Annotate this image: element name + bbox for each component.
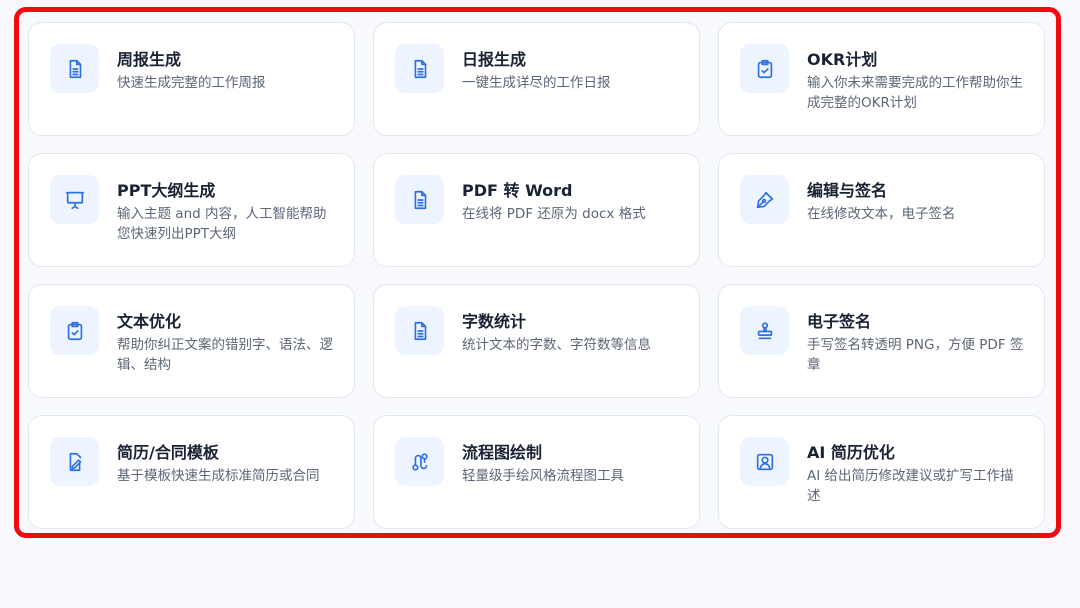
tool-card-ppt-outline[interactable]: PPT大纲生成 输入主题 and 内容，人工智能帮助您快速列出PPT大纲 xyxy=(28,153,355,267)
card-title: 日报生成 xyxy=(462,50,527,69)
document-icon xyxy=(395,175,444,224)
card-title: 字数统计 xyxy=(462,312,527,331)
presentation-icon xyxy=(50,175,99,224)
stamp-icon xyxy=(740,306,789,355)
card-description: 输入你未来需要完成的工作帮助你生成完整的OKR计划 xyxy=(807,75,1023,111)
card-title: AI 简历优化 xyxy=(807,443,895,462)
clipboard-check-icon xyxy=(740,44,789,93)
tool-card-pdf-to-word[interactable]: PDF 转 Word 在线将 PDF 还原为 docx 格式 xyxy=(373,153,700,267)
card-title: 周报生成 xyxy=(117,50,182,69)
tool-card-daily-report[interactable]: 日报生成 一键生成详尽的工作日报 xyxy=(373,22,700,136)
card-description: 轻量级手绘风格流程图工具 xyxy=(462,468,624,484)
user-portrait-icon xyxy=(740,437,789,486)
card-description: 在线修改文本，电子签名 xyxy=(807,206,956,222)
card-title: PPT大纲生成 xyxy=(117,181,216,200)
card-description: 基于模板快速生成标准简历或合同 xyxy=(117,468,320,484)
card-description: 帮助你纠正文案的错别字、语法、逻辑、结构 xyxy=(117,337,333,373)
card-title: PDF 转 Word xyxy=(462,181,573,200)
card-description: AI 给出简历修改建议或扩写工作描述 xyxy=(807,468,1014,504)
card-description: 输入主题 and 内容，人工智能帮助您快速列出PPT大纲 xyxy=(117,206,327,242)
card-title: 简历/合同模板 xyxy=(117,443,219,462)
card-title: 编辑与签名 xyxy=(807,181,888,200)
card-title: OKR计划 xyxy=(807,50,878,69)
card-description: 手写签名转透明 PNG，方便 PDF 签章 xyxy=(807,337,1024,373)
file-signature-icon xyxy=(50,437,99,486)
tool-card-weekly-report[interactable]: 周报生成 快速生成完整的工作周报 xyxy=(28,22,355,136)
clipboard-check-icon xyxy=(50,306,99,355)
tool-card-word-count[interactable]: 字数统计 统计文本的字数、字符数等信息 xyxy=(373,284,700,398)
pen-nib-icon xyxy=(740,175,789,224)
flow-path-icon xyxy=(395,437,444,486)
tool-card-edit-and-sign[interactable]: 编辑与签名 在线修改文本，电子签名 xyxy=(718,153,1045,267)
tool-card-resume-contract-template[interactable]: 简历/合同模板 基于模板快速生成标准简历或合同 xyxy=(28,415,355,529)
card-description: 快速生成完整的工作周报 xyxy=(117,75,266,91)
tool-card-e-signature[interactable]: 电子签名 手写签名转透明 PNG，方便 PDF 签章 xyxy=(718,284,1045,398)
document-icon xyxy=(50,44,99,93)
card-title: 流程图绘制 xyxy=(462,443,543,462)
card-title: 文本优化 xyxy=(117,312,182,331)
tool-card-ai-resume-optimize[interactable]: AI 简历优化 AI 给出简历修改建议或扩写工作描述 xyxy=(718,415,1045,529)
tool-grid: 周报生成 快速生成完整的工作周报 日报生成 一键生成详尽的工作日报 OKR计划 … xyxy=(28,22,1045,529)
tool-card-flowchart[interactable]: 流程图绘制 轻量级手绘风格流程图工具 xyxy=(373,415,700,529)
card-description: 在线将 PDF 还原为 docx 格式 xyxy=(462,206,646,222)
card-description: 一键生成详尽的工作日报 xyxy=(462,75,611,91)
document-icon xyxy=(395,44,444,93)
card-description: 统计文本的字数、字符数等信息 xyxy=(462,337,651,353)
card-title: 电子签名 xyxy=(807,312,872,331)
document-icon xyxy=(395,306,444,355)
tool-card-okr-plan[interactable]: OKR计划 输入你未来需要完成的工作帮助你生成完整的OKR计划 xyxy=(718,22,1045,136)
tool-card-text-optimize[interactable]: 文本优化 帮助你纠正文案的错别字、语法、逻辑、结构 xyxy=(28,284,355,398)
